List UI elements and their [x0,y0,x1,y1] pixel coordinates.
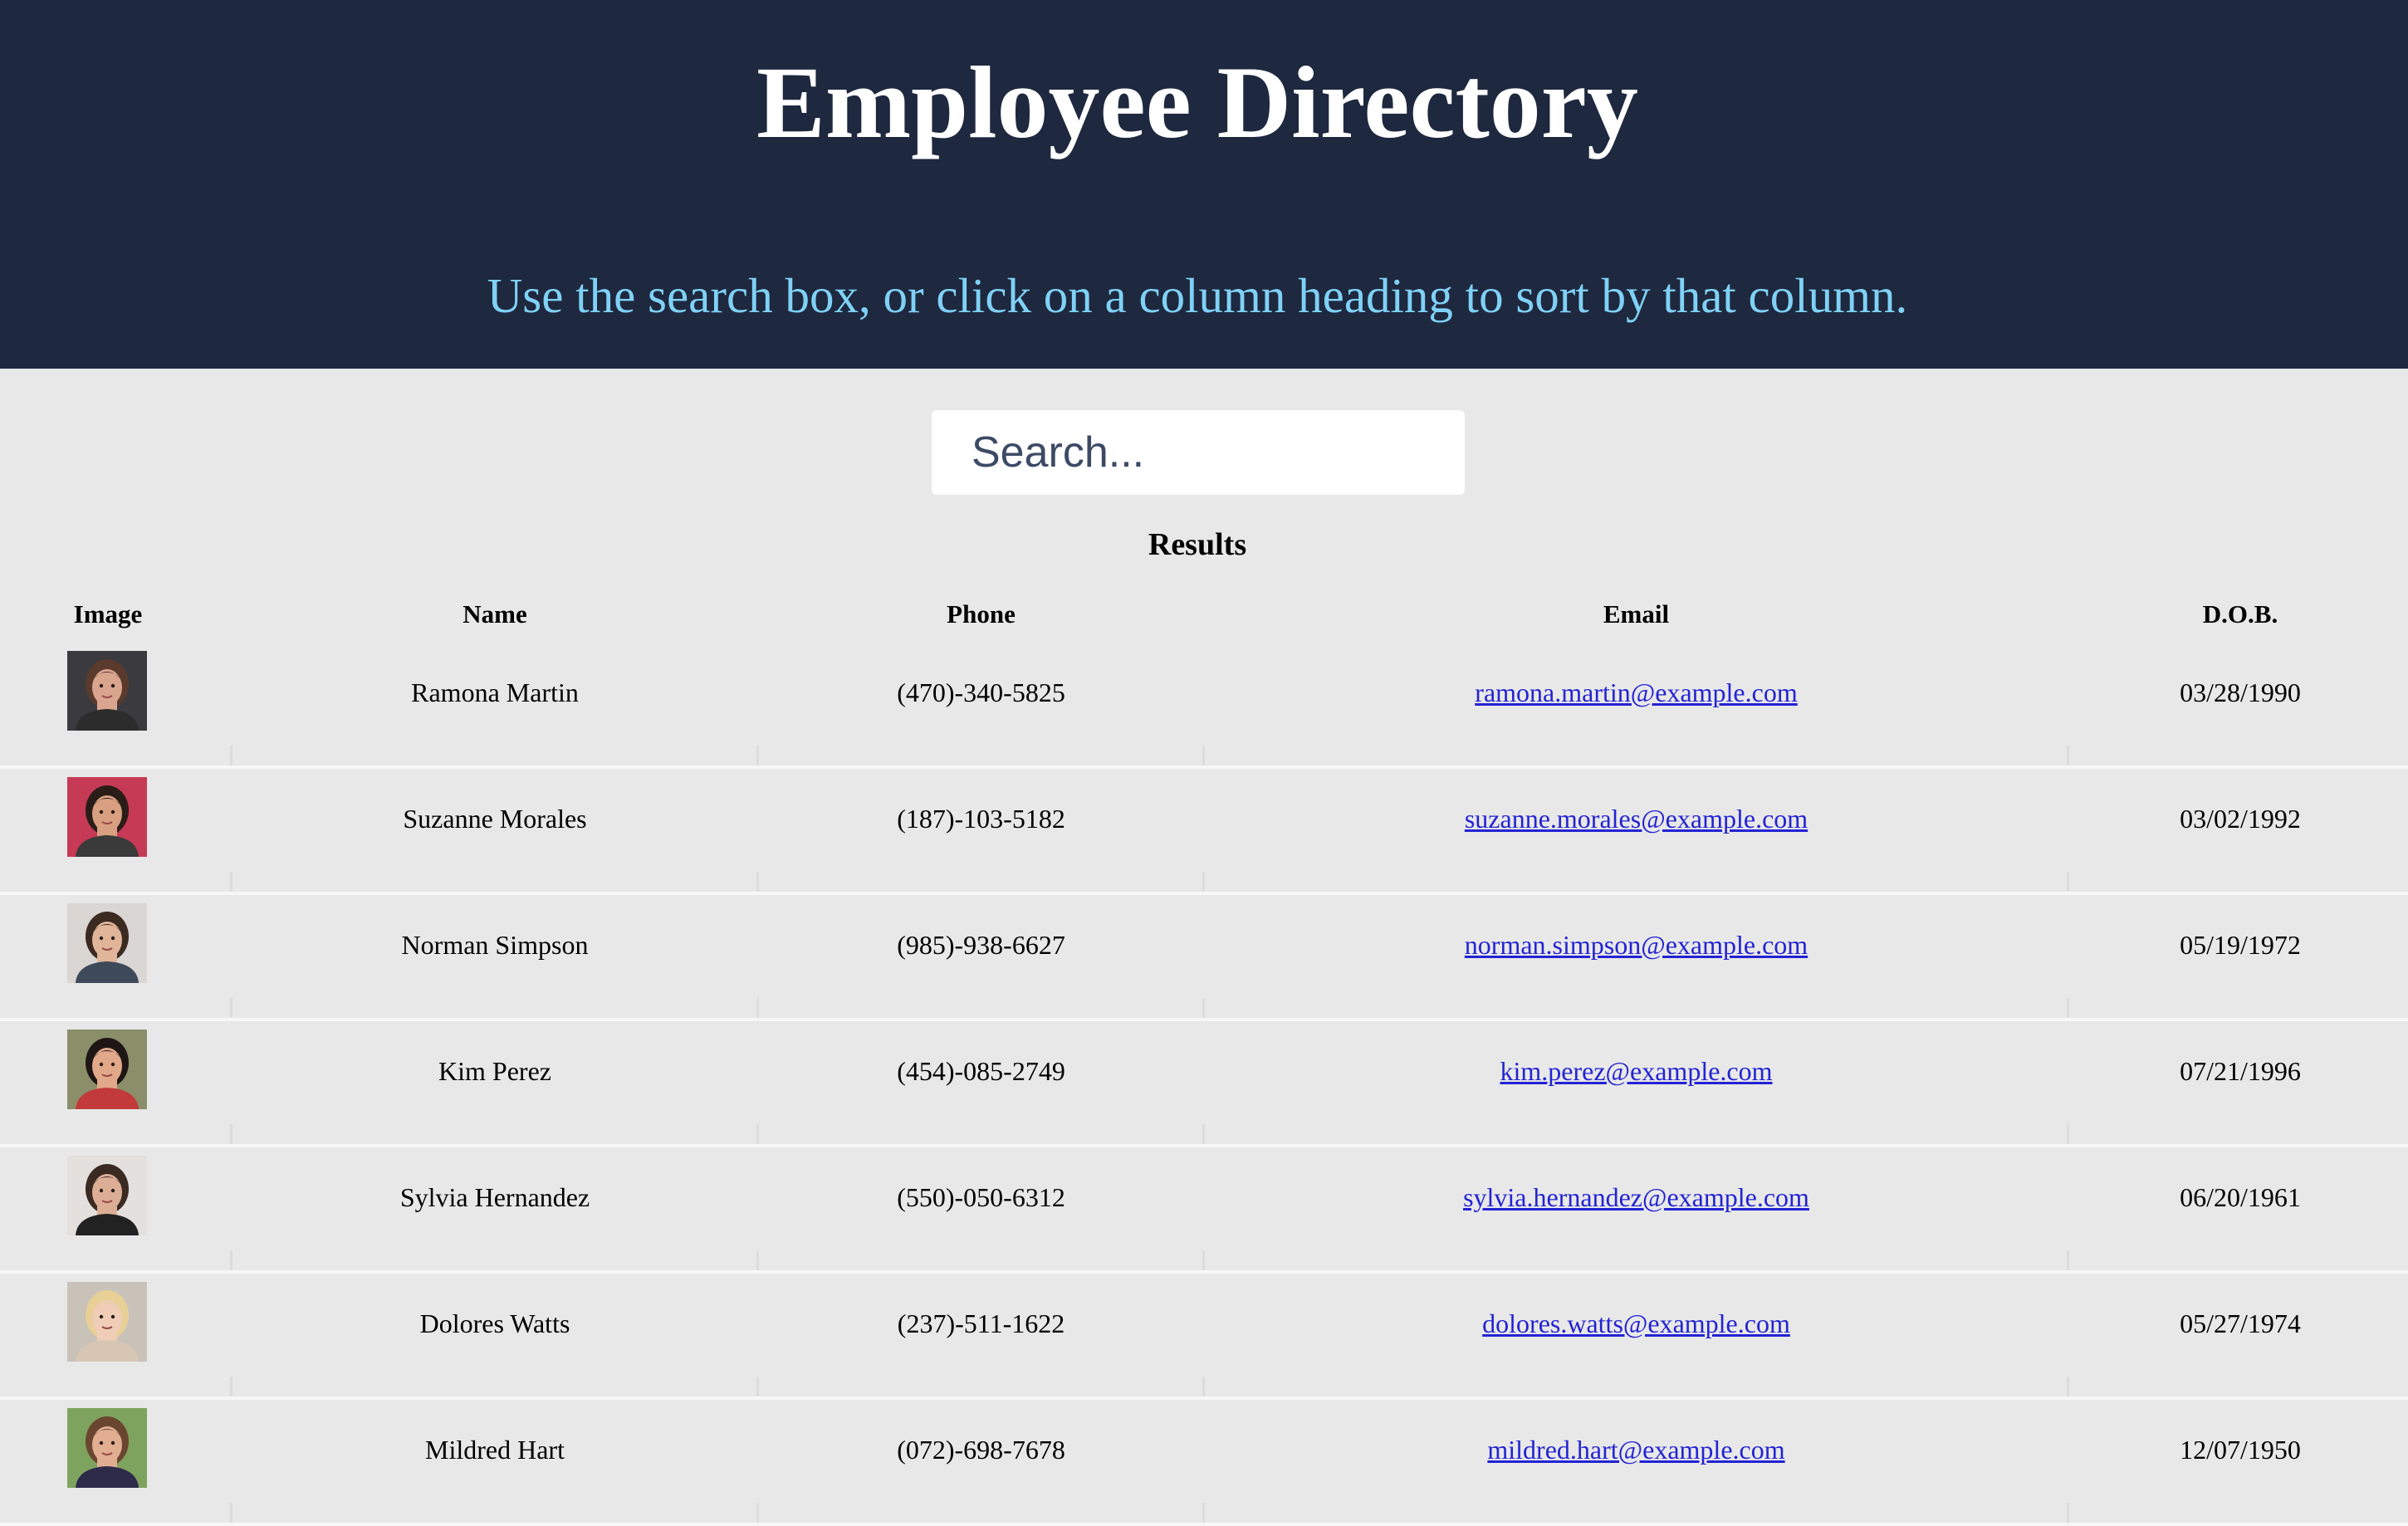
column-divider [2067,1503,2069,1523]
table-row: Norman Simpson (985)-938-6627 norman.simps… [0,895,2408,1021]
column-header-dob[interactable]: D.O.B. [2068,589,2408,639]
column-divider [230,998,232,1018]
page-subtitle: Use the search box, or click on a column… [487,268,1908,323]
man-portrait-icon [67,903,147,983]
cell-email: mildred.hart@example.com [1204,1400,2068,1523]
woman-portrait-icon [67,651,147,731]
table-row: Dolores Watts (237)-511-1622 dolores.watts… [0,1274,2408,1400]
cell-dob: 05/19/1972 [2180,930,2301,960]
cell-email: sylvia.hernandez@example.com [1204,1147,2068,1270]
table-row: Sylvia Hernandez (550)-050-6312 sylvia.her… [0,1147,2408,1274]
column-divider [230,1250,232,1270]
employee-table-body: Ramona Martin (470)-340-5825 ramona.martin… [0,643,2408,1526]
page-title: Employee Directory [756,46,1638,159]
column-divider [2067,872,2069,892]
email-link[interactable]: ramona.martin@example.com [1475,677,1797,707]
cell-email: norman.simpson@example.com [1204,895,2068,1018]
column-divider [1202,998,1205,1018]
table-row: Kim Perez (454)-085-2749 kim.perez@example… [0,1021,2408,1147]
email-link[interactable]: dolores.watts@example.com [1482,1308,1790,1338]
column-divider [1202,872,1205,892]
email-link[interactable]: mildred.hart@example.com [1487,1435,1784,1465]
cell-dob: 06/20/1961 [2180,1182,2301,1212]
cell-phone: (550)-050-6312 [897,1182,1065,1212]
cell-dob: 12/07/1950 [2180,1435,2301,1465]
email-link[interactable]: kim.perez@example.com [1500,1056,1773,1086]
cell-name: Sylvia Hernandez [399,1182,590,1212]
woman-portrait-icon [67,777,147,857]
page-header: Employee Directory Use the search box, o… [0,0,2408,369]
cell-name: Mildred Hart [425,1435,565,1465]
cell-phone: (454)-085-2749 [897,1056,1065,1086]
cell-dob: 03/28/1990 [2180,677,2301,707]
cell-email: dolores.watts@example.com [1204,1274,2068,1396]
column-divider [1202,1250,1205,1270]
email-link[interactable]: norman.simpson@example.com [1465,930,1808,960]
woman-portrait-icon [67,1156,147,1235]
column-divider [2067,1124,2069,1144]
cell-name: Ramona Martin [411,677,579,707]
cell-name: Suzanne Morales [403,804,587,834]
woman-portrait-icon [67,1030,147,1109]
table-row: Ramona Martin (470)-340-5825 ramona.martin… [0,643,2408,769]
column-divider [756,746,759,765]
email-link[interactable]: suzanne.morales@example.com [1465,804,1808,834]
search-box [932,410,1465,495]
cell-phone: (985)-938-6627 [897,930,1065,960]
column-divider [2067,1377,2069,1396]
column-divider [756,1503,759,1523]
email-link[interactable]: sylvia.hernandez@example.com [1463,1182,1809,1212]
column-divider [756,1124,759,1144]
column-divider [230,746,232,765]
table-row: Suzanne Morales (187)-103-5182 suzanne.mor… [0,769,2408,895]
column-divider [2067,998,2069,1018]
column-divider [1202,1503,1205,1523]
search-input[interactable] [932,410,1465,495]
woman-portrait-icon [67,1282,147,1362]
cell-email: suzanne.morales@example.com [1204,769,2068,892]
cell-phone: (237)-511-1622 [897,1308,1065,1338]
table-header: Image Name Phone Email D.O.B. [0,589,2408,639]
column-header-email[interactable]: Email [1204,589,2068,639]
column-divider [756,872,759,892]
column-divider [2067,1250,2069,1270]
cell-name: Dolores Watts [419,1308,570,1338]
column-divider [756,1250,759,1270]
cell-phone: (072)-698-7678 [897,1435,1065,1465]
column-divider [2067,746,2069,765]
table-row: Mildred Hart (072)-698-7678 mildred.hart@e… [0,1400,2408,1526]
column-divider [230,872,232,892]
column-divider [1202,1377,1205,1396]
column-header-image[interactable]: Image [25,589,191,639]
column-header-phone[interactable]: Phone [758,589,1204,639]
column-header-name[interactable]: Name [232,589,758,639]
column-divider [756,998,759,1018]
column-divider [230,1503,232,1523]
column-divider [1202,1124,1205,1144]
woman-portrait-icon [67,1408,147,1488]
cell-name: Kim Perez [438,1056,551,1086]
column-divider [1202,746,1205,765]
column-divider [230,1124,232,1144]
column-divider [230,1377,232,1396]
cell-phone: (187)-103-5182 [897,804,1065,834]
cell-dob: 03/02/1992 [2180,804,2301,834]
cell-email: kim.perez@example.com [1204,1021,2068,1144]
cell-phone: (470)-340-5825 [897,677,1065,707]
cell-dob: 07/21/1996 [2180,1056,2301,1086]
cell-email: ramona.martin@example.com [1204,643,2068,765]
cell-name: Norman Simpson [401,930,589,960]
results-heading: Results [1148,527,1247,562]
cell-dob: 05/27/1974 [2180,1308,2301,1338]
column-divider [756,1377,759,1396]
